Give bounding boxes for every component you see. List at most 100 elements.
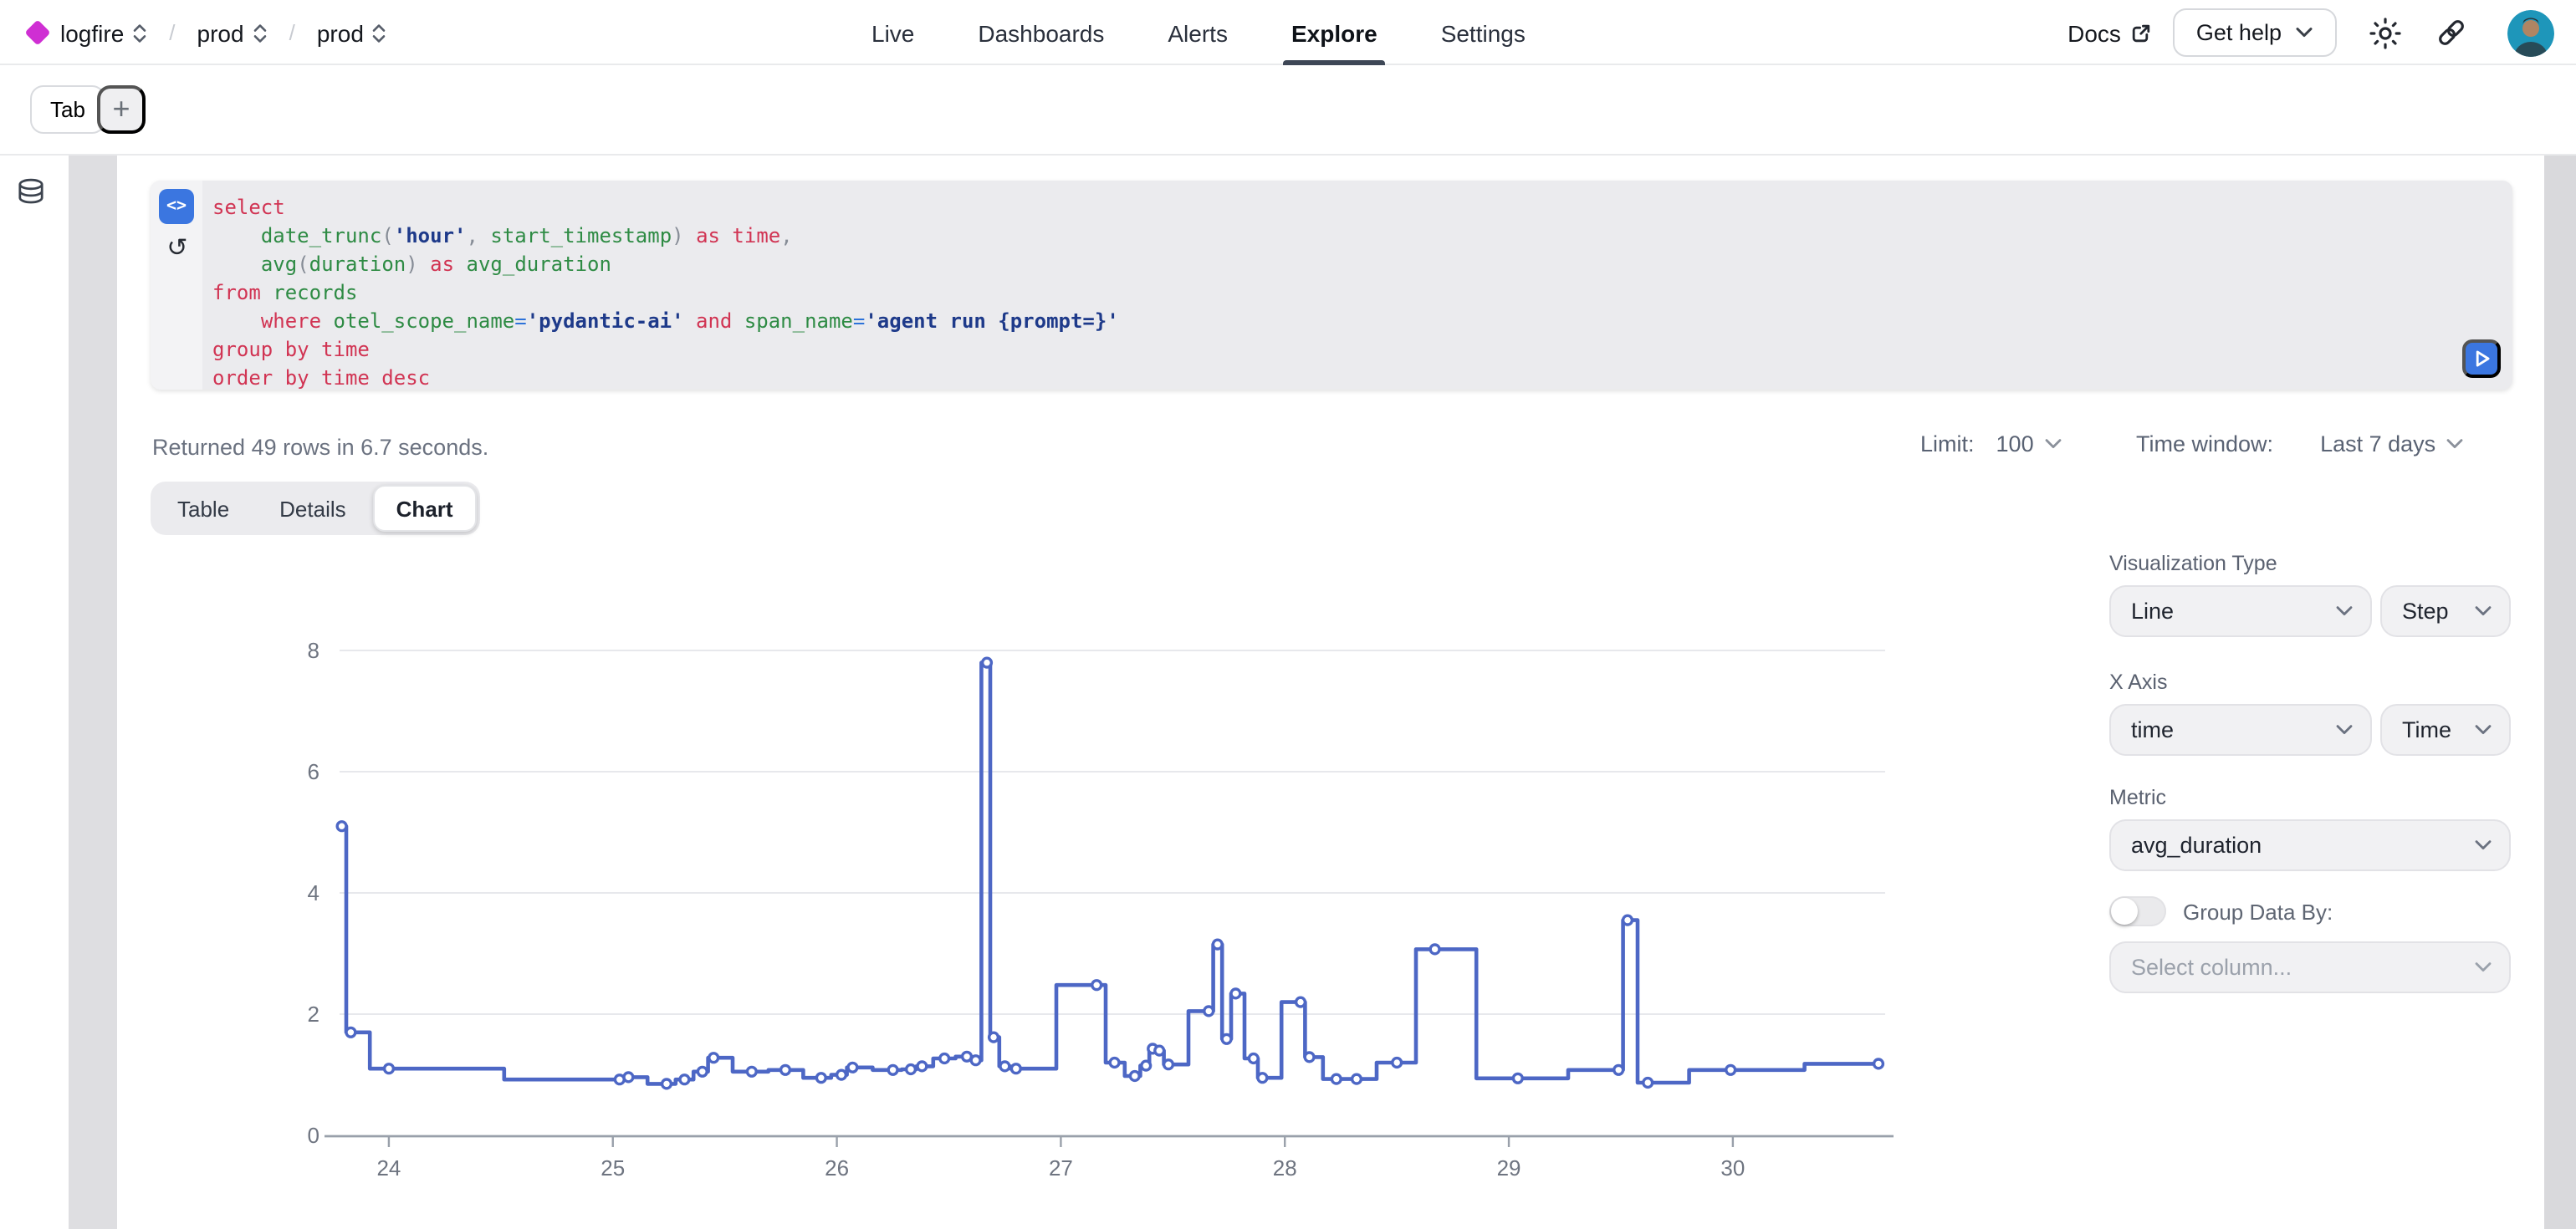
chart-settings-panel: Visualization Type Line Step X Axis time…	[2109, 552, 2511, 993]
chevron-down-icon	[2044, 438, 2062, 450]
group-column-placeholder: Select column...	[2131, 955, 2292, 980]
visualization-type-select[interactable]: Line	[2109, 585, 2372, 637]
svg-text:8: 8	[308, 638, 319, 663]
time-window-label: Time window:	[2136, 431, 2273, 456]
docs-label: Docs	[2067, 19, 2121, 46]
group-data-by-label: Group Data By:	[2183, 899, 2333, 924]
metric-label: Metric	[2109, 786, 2511, 809]
tabbar-divider	[0, 154, 2576, 156]
svg-text:24: 24	[376, 1155, 401, 1181]
nav-item-settings[interactable]: Settings	[1441, 0, 1526, 65]
svg-text:2: 2	[308, 1002, 319, 1027]
header-actions: Docs Get help	[2067, 0, 2554, 65]
svg-text:6: 6	[308, 759, 319, 784]
database-icon	[17, 177, 45, 206]
code-format-button[interactable]: <>	[159, 189, 194, 224]
result-view-tabs: Table Details Chart	[151, 482, 480, 535]
nav-item-live[interactable]: Live	[871, 0, 914, 65]
tab-table[interactable]: Table	[154, 485, 253, 532]
svg-text:4: 4	[308, 880, 319, 905]
breadcrumb-separator: /	[289, 20, 295, 45]
line-style-select[interactable]: Step	[2380, 585, 2511, 637]
sun-icon	[2369, 16, 2402, 49]
breadcrumb: logfire / prod / prod	[28, 0, 387, 65]
nav-item-alerts[interactable]: Alerts	[1168, 0, 1228, 65]
chevron-down-icon	[2474, 605, 2492, 617]
breadcrumb-org[interactable]: logfire	[60, 19, 147, 46]
line-style-value: Step	[2402, 599, 2449, 624]
docs-link[interactable]: Docs	[2067, 19, 2153, 46]
limit-label: Limit:	[1920, 431, 1975, 456]
breadcrumb-environment-label: prod	[317, 19, 364, 46]
x-axis-column-select[interactable]: time	[2109, 704, 2372, 756]
query-tab-label: Tab	[50, 97, 85, 122]
left-scrollbar-track[interactable]	[69, 156, 117, 1229]
add-tab-button[interactable]: +	[97, 85, 146, 134]
breadcrumb-project-label: prod	[197, 19, 244, 46]
breadcrumb-environment[interactable]: prod	[317, 19, 387, 46]
right-scrollbar-track[interactable]	[2544, 156, 2576, 1229]
get-help-label: Get help	[2196, 20, 2282, 45]
visualization-type-label: Visualization Type	[2109, 552, 2511, 575]
svg-text:30: 30	[1720, 1155, 1745, 1181]
breadcrumb-org-label: logfire	[60, 19, 124, 46]
svg-text:27: 27	[1049, 1155, 1073, 1181]
code-icon: <>	[166, 197, 187, 216]
select-updown-icon	[372, 21, 387, 44]
query-history-button[interactable]: ↺	[162, 234, 192, 264]
time-window-value: Last 7 days	[2320, 431, 2435, 456]
svg-text:25: 25	[601, 1155, 625, 1181]
chevron-down-icon	[2474, 961, 2492, 973]
top-header: logfire / prod / prod Live Dashboards Al…	[0, 0, 2576, 65]
chevron-down-icon	[2474, 724, 2492, 736]
plus-icon: +	[112, 92, 130, 127]
results-summary: Returned 49 rows in 6.7 seconds.	[152, 435, 488, 460]
get-help-button[interactable]: Get help	[2173, 8, 2337, 57]
chevron-down-icon	[2446, 438, 2464, 450]
external-link-icon	[2129, 21, 2153, 44]
metric-select[interactable]: avg_duration	[2109, 819, 2511, 871]
schema-sidebar-button[interactable]	[17, 177, 45, 206]
run-query-button[interactable]	[2462, 339, 2501, 378]
result-chart[interactable]: 2425262728293002468	[151, 602, 1940, 1187]
history-icon: ↺	[166, 234, 187, 263]
visualization-type-value: Line	[2131, 599, 2174, 624]
logfire-logo-icon	[24, 19, 50, 45]
nav-item-dashboards[interactable]: Dashboards	[978, 0, 1104, 65]
breadcrumb-separator: /	[169, 20, 175, 45]
chevron-down-icon	[2295, 27, 2313, 38]
group-column-select[interactable]: Select column...	[2109, 941, 2511, 993]
x-axis-column-value: time	[2131, 717, 2174, 742]
limit-select[interactable]: Limit: 100	[1920, 431, 2062, 456]
metric-value: avg_duration	[2131, 833, 2262, 858]
x-axis-type-value: Time	[2402, 717, 2451, 742]
main-nav: Live Dashboards Alerts Explore Settings	[871, 0, 1526, 65]
play-icon	[2466, 339, 2497, 378]
avatar-image	[2507, 9, 2554, 56]
sql-editor[interactable]: <> ↺ select date_trunc('hour', start_tim…	[151, 181, 2512, 390]
svg-text:26: 26	[825, 1155, 849, 1181]
chevron-down-icon	[2335, 724, 2354, 736]
svg-text:28: 28	[1273, 1155, 1297, 1181]
tab-details[interactable]: Details	[256, 485, 370, 532]
tab-chart[interactable]: Chart	[373, 485, 477, 532]
x-axis-type-select[interactable]: Time	[2380, 704, 2511, 756]
sql-query-text[interactable]: select date_trunc('hour', start_timestam…	[212, 194, 1119, 393]
query-tab[interactable]: Tab	[30, 85, 105, 134]
link-icon	[2435, 17, 2466, 48]
svg-text:29: 29	[1497, 1155, 1521, 1181]
toggle-knob	[2111, 898, 2138, 925]
copy-link-button[interactable]	[2434, 16, 2467, 49]
select-updown-icon	[132, 21, 147, 44]
group-data-by-row: Group Data By:	[2109, 896, 2511, 926]
step-line-chart: 2425262728293002468	[151, 602, 1940, 1187]
group-data-by-toggle[interactable]	[2109, 896, 2166, 926]
x-axis-label: X Axis	[2109, 671, 2511, 694]
logfire-explore-page: logfire / prod / prod Live Dashboards Al…	[0, 0, 2576, 1229]
user-avatar[interactable]	[2507, 9, 2554, 56]
svg-text:0: 0	[308, 1123, 319, 1148]
nav-item-explore[interactable]: Explore	[1291, 0, 1377, 65]
breadcrumb-project[interactable]: prod	[197, 19, 268, 46]
theme-toggle-button[interactable]	[2369, 16, 2402, 49]
time-window-select[interactable]: Time window: Last 7 days	[2136, 431, 2464, 456]
